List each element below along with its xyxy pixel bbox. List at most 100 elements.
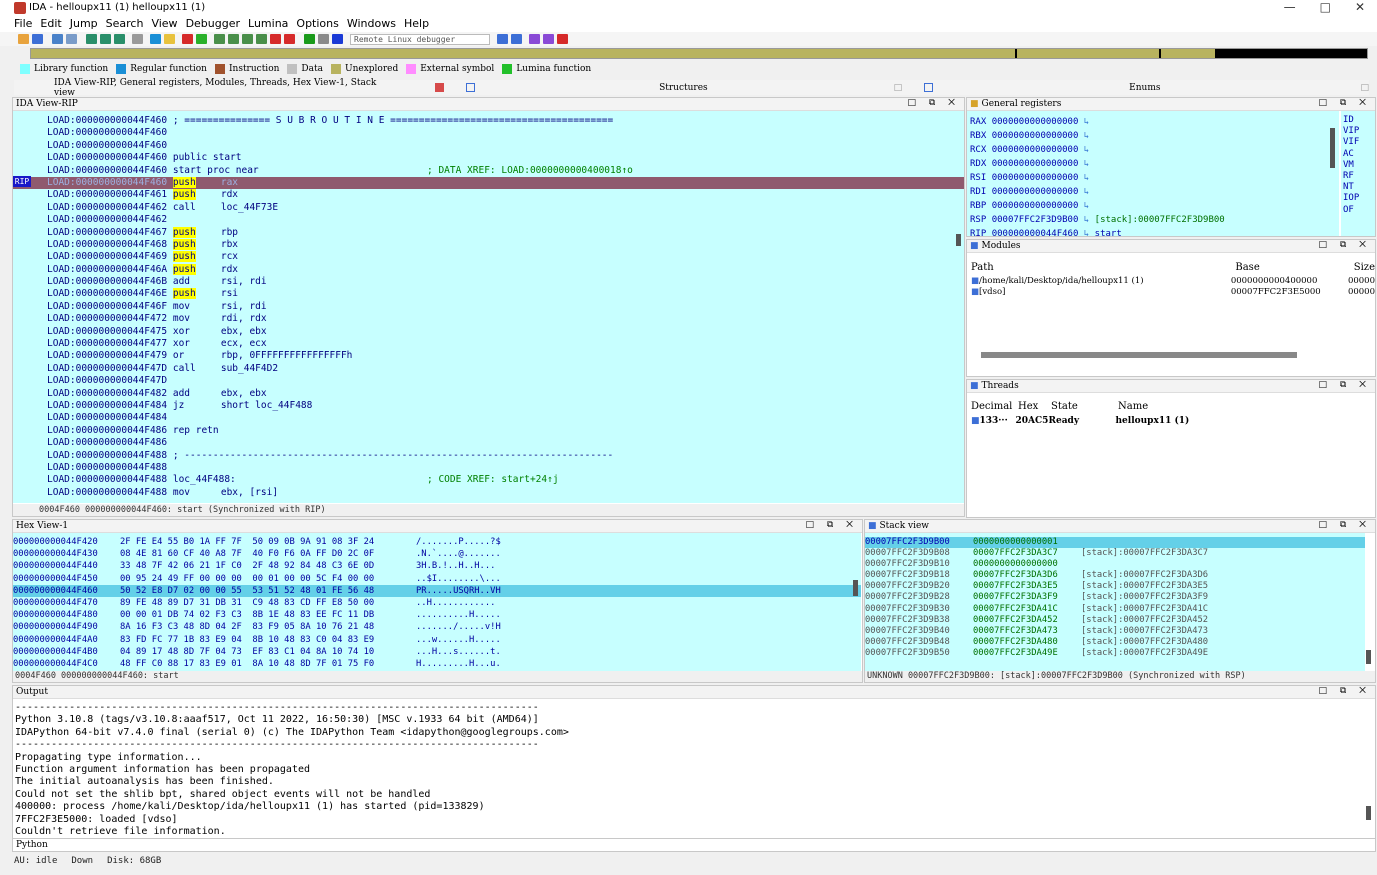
disasm-line[interactable]: LOAD:000000000044F472 mov rdi, rdx [13, 313, 964, 325]
stop-icon[interactable] [332, 34, 343, 44]
step-into-icon[interactable] [214, 34, 225, 44]
module-row[interactable]: ■ /home/kali/Desktop/ida/helloupx11 (1) 0… [971, 276, 1375, 287]
arrow-down-icon[interactable] [150, 34, 161, 44]
menu-windows[interactable]: Windows [347, 17, 396, 30]
delete-icon[interactable] [284, 34, 295, 44]
disasm-line[interactable]: LOAD:000000000044F482 add ebx, ebx [13, 388, 964, 400]
register-value[interactable]: 0000000000000000 [992, 159, 1079, 169]
navigation-band[interactable] [30, 48, 1368, 59]
hex-dump[interactable]: 000000000044F420 2F FE E4 55 B0 1A FF 7F … [13, 533, 861, 673]
disasm-line[interactable]: LOAD:000000000044F46A push rdx [13, 263, 964, 276]
register-row[interactable]: RAX 0000000000000000 ↳ [970, 115, 1339, 129]
jump-arrow-icon[interactable]: ↳ [1078, 159, 1094, 169]
disasm-line[interactable]: LOAD:000000000044F484 jz short loc_44F488 [13, 400, 964, 412]
flag-icon[interactable] [557, 34, 568, 44]
col-hex[interactable]: Hex [1018, 401, 1051, 416]
flag-list[interactable]: ID VIP VIF AC VM RF NT IOP OF [1341, 111, 1375, 236]
col-base[interactable]: Base [1235, 262, 1353, 276]
register-row[interactable]: RIP 000000000044F460 ↳ start [970, 227, 1339, 236]
flag-name[interactable]: VM [1343, 160, 1375, 171]
register-value[interactable]: 000000000044F460 [992, 229, 1079, 236]
search-icon[interactable] [86, 34, 97, 44]
flag-name[interactable]: OF [1343, 205, 1375, 216]
register-list[interactable]: RAX 0000000000000000 ↳ RBX 0000000000000… [967, 111, 1339, 236]
search-binary-icon[interactable] [114, 34, 125, 44]
disasm-line[interactable]: LOAD:000000000044F47D call sub_44F4D2 [13, 363, 964, 375]
menu-options[interactable]: Options [296, 17, 338, 30]
col-name[interactable]: Name [1118, 401, 1148, 416]
disasm-line[interactable]: LOAD:000000000044F460 public start [13, 152, 964, 164]
hex-row[interactable]: 000000000044F490 8A 16 F3 C3 48 8D 04 2F … [13, 621, 861, 633]
flag-name[interactable]: ID [1343, 115, 1375, 126]
disasm-line[interactable]: LOAD:000000000044F486 [13, 437, 964, 449]
flag-name[interactable]: VIP [1343, 126, 1375, 137]
disasm-line[interactable]: LOAD:000000000044F46B add rsi, rdi [13, 276, 964, 288]
register-value[interactable]: 0000000000000000 [992, 145, 1079, 155]
open-file-icon[interactable] [18, 34, 29, 44]
col-size[interactable]: Size [1354, 262, 1375, 276]
pause-icon[interactable] [318, 34, 329, 44]
register-value[interactable]: 0000000000000000 [992, 131, 1079, 141]
register-value[interactable]: 0000000000000000 [992, 201, 1079, 211]
scrollbar[interactable] [1366, 806, 1371, 820]
flag-name[interactable]: NT [1343, 182, 1375, 193]
maximize-button[interactable]: □ [1320, 0, 1331, 14]
disasm-line[interactable]: LOAD:000000000044F477 xor ecx, ecx [13, 338, 964, 350]
col-path[interactable]: Path [971, 262, 1235, 276]
disasm-line[interactable]: LOAD:000000000044F467 push rbp [13, 226, 964, 239]
col-state[interactable]: State [1051, 401, 1118, 416]
close-tab-icon[interactable] [435, 83, 445, 92]
register-row[interactable]: RBX 0000000000000000 ↳ [970, 129, 1339, 143]
panel-controls[interactable]: □ ⧉ ✕ [1318, 98, 1371, 108]
scrollbar[interactable] [1330, 128, 1335, 168]
flag-name[interactable]: AC [1343, 149, 1375, 160]
panel-controls[interactable]: □ ⧉ ✕ [1318, 240, 1371, 250]
jump-arrow-icon[interactable]: ↳ [1078, 117, 1094, 127]
hex-row[interactable]: 000000000044F450 00 95 24 49 FF 00 00 00 … [13, 573, 861, 585]
stack-row[interactable]: 00007FFC2F3D9B40 00007FFC2F3DA473 [stack]:… [865, 626, 1365, 637]
data-icon[interactable] [164, 34, 175, 44]
menu-debugger[interactable]: Debugger [186, 17, 240, 30]
back-icon[interactable] [52, 34, 63, 44]
panel-controls[interactable]: □ ⧉ ✕ [1318, 380, 1371, 390]
disasm-line[interactable]: LOAD:000000000044F468 push rbx [13, 238, 964, 251]
stack-row[interactable]: 00007FFC2F3D9B10 0000000000000000 [865, 559, 1365, 570]
stack-row[interactable]: 00007FFC2F3D9B28 00007FFC2F3DA3F9 [stack]:… [865, 592, 1365, 603]
hex-row[interactable]: 000000000044F460 50 52 E8 D7 02 00 00 55 … [13, 584, 861, 597]
scrollbar[interactable] [853, 580, 858, 596]
panel-controls[interactable]: □ ⧉ ✕ [1318, 686, 1371, 696]
hex-row[interactable]: 000000000044F420 2F FE E4 55 B0 1A FF 7F … [13, 536, 861, 548]
a-icon[interactable] [182, 34, 193, 44]
jump-arrow-icon[interactable]: ↳ [1078, 173, 1094, 183]
menu-lumina[interactable]: Lumina [248, 17, 288, 30]
graph-icon[interactable] [132, 34, 143, 44]
panel-controls[interactable]: □ ⧉ ✕ [907, 98, 960, 108]
scrollbar[interactable] [956, 234, 961, 246]
jump-arrow-icon[interactable]: ↳ [1078, 215, 1094, 225]
disasm-line[interactable]: LOAD:000000000044F488 [13, 462, 964, 474]
disasm-line[interactable]: LOAD:000000000044F460 start proc near ; D… [13, 165, 964, 177]
register-row[interactable]: RSP 00007FFC2F3D9B00 ↳ [stack]:00007FFC2… [970, 213, 1339, 227]
tab-main[interactable]: IDA View-RIP, General registers, Modules… [54, 78, 399, 98]
save-icon[interactable] [32, 34, 43, 44]
disasm-line[interactable]: LOAD:000000000044F46E push rsi [13, 288, 964, 300]
hex-row[interactable]: 000000000044F440 33 48 7F 42 06 21 1F C0 … [13, 560, 861, 572]
jump-arrow-icon[interactable]: ↳ [1078, 201, 1094, 211]
scrollbar[interactable] [1366, 650, 1371, 664]
minimize-button[interactable]: — [1284, 0, 1296, 14]
register-value[interactable]: 0000000000000000 [992, 187, 1079, 197]
debugger-select[interactable]: Remote Linux debugger [350, 33, 490, 45]
run-to-cursor-icon[interactable] [242, 34, 253, 44]
disasm-line[interactable]: LOAD:000000000044F484 [13, 412, 964, 424]
hex-row[interactable]: 000000000044F470 89 FE 48 89 D7 31 DB 31 … [13, 597, 861, 609]
output-log[interactable]: ----------------------------------------… [13, 700, 1363, 838]
disasm-line[interactable]: LOAD:000000000044F469 push rcx [13, 251, 964, 263]
play-icon[interactable] [304, 34, 315, 44]
step-out-icon[interactable] [256, 34, 267, 44]
hex-row[interactable]: 000000000044F480 00 00 01 DB 74 02 F3 C3 … [13, 609, 861, 621]
panel-controls[interactable]: □ ⧉ ✕ [1318, 520, 1371, 530]
close-structures-icon[interactable]: □ [894, 83, 903, 93]
col-decimal[interactable]: Decimal [971, 401, 1018, 416]
disasm-line[interactable]: LOAD:000000000044F460 [13, 140, 964, 152]
tab-enums[interactable]: Enums [1129, 83, 1160, 93]
